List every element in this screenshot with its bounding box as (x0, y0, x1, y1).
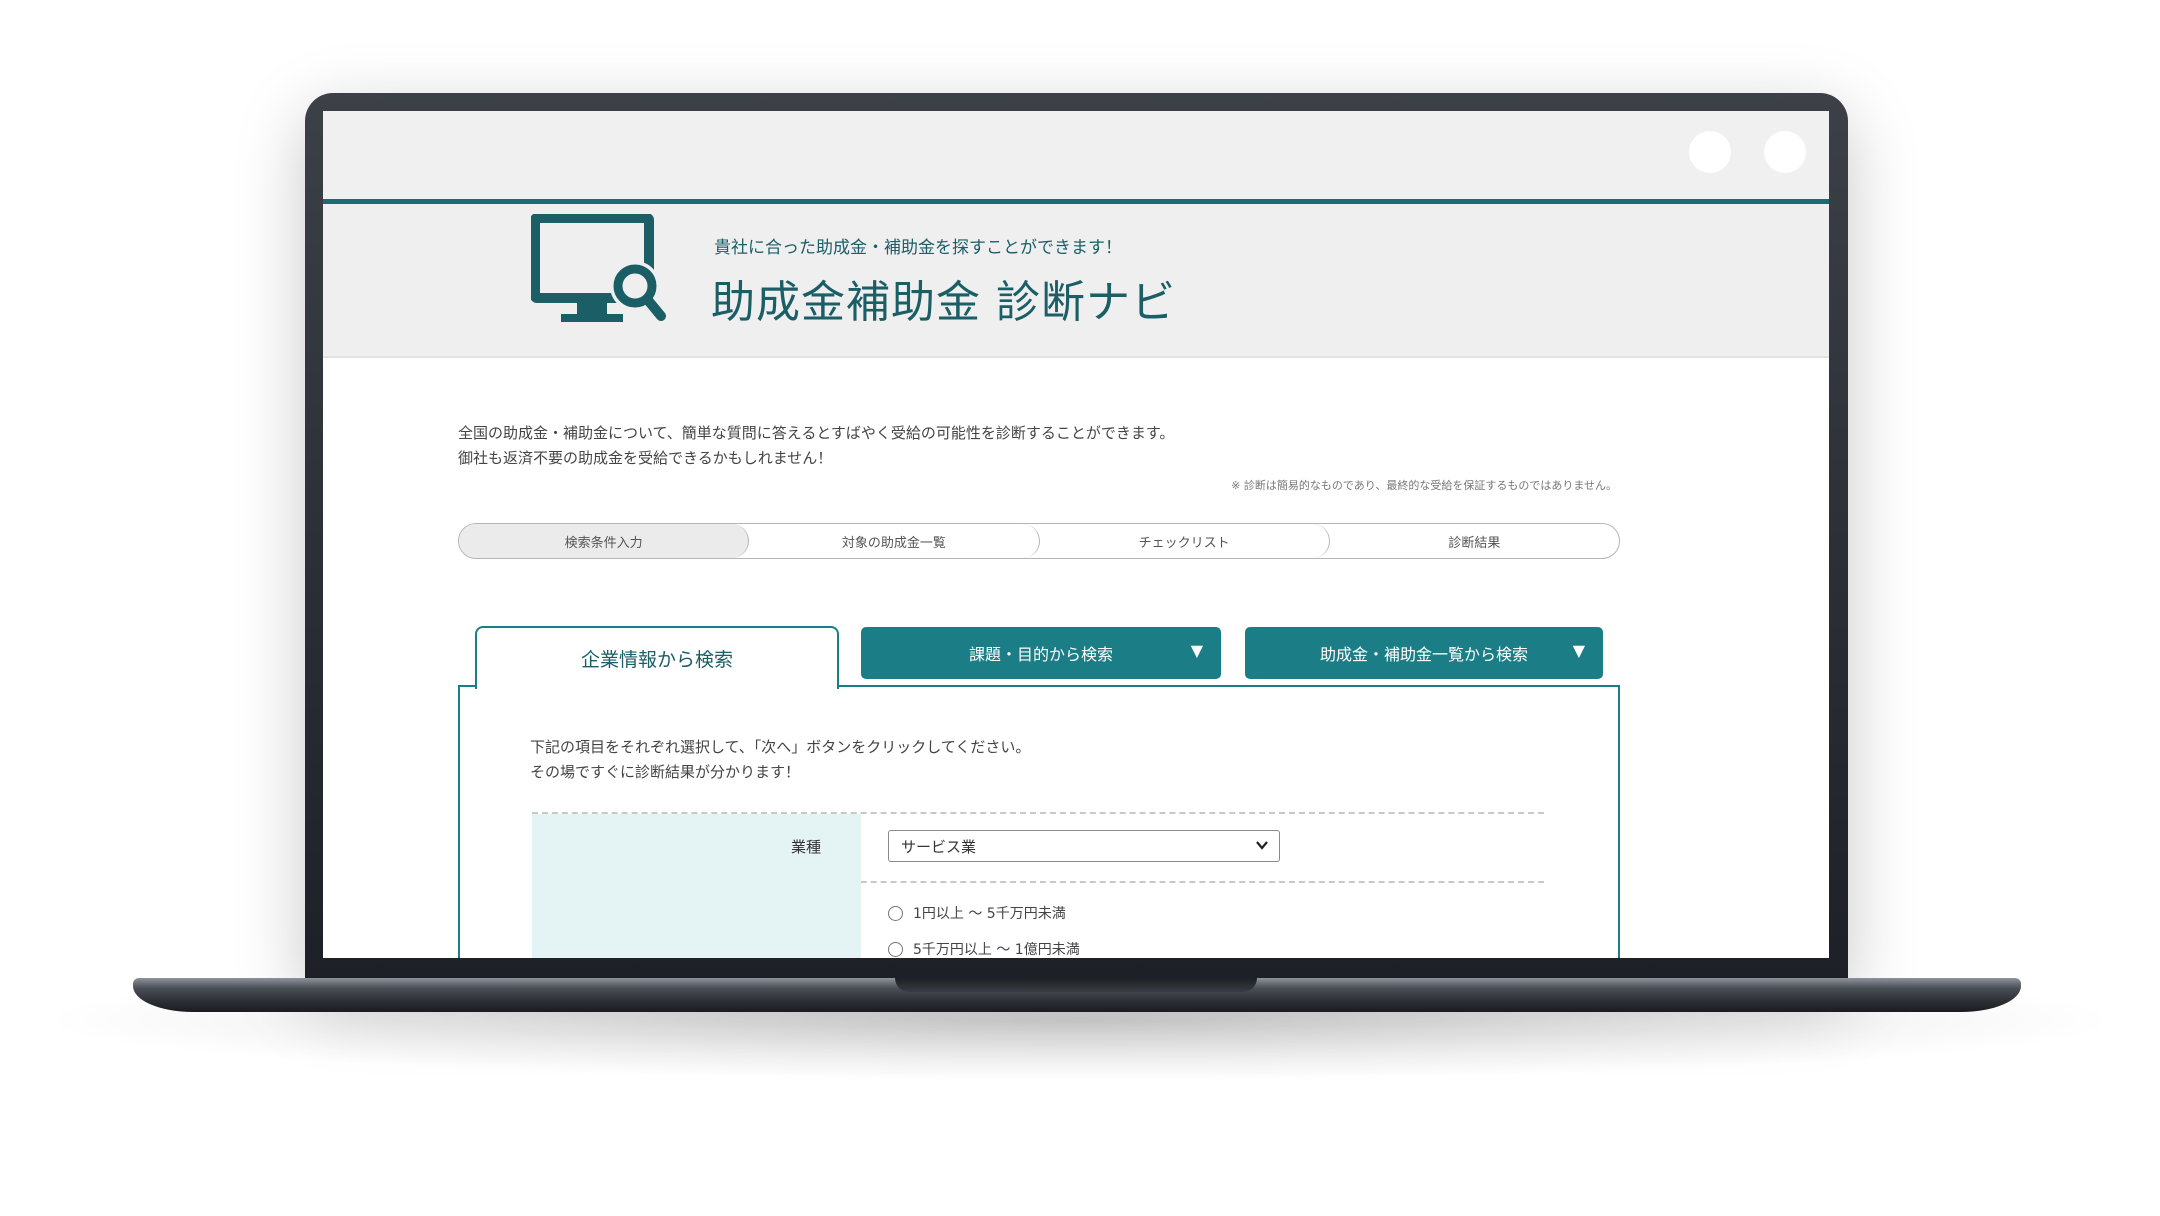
form-row-industry: 業種 サービス業 (532, 812, 1544, 883)
browser-chrome (323, 111, 1829, 199)
intro-line-2: 御社も返済不要の助成金を受給できるかもしれません！ (458, 449, 833, 467)
tab-company-info[interactable]: 企業情報から検索 (475, 626, 839, 689)
laptop-notch (895, 978, 1257, 992)
form-instructions: 下記の項目をそれぞれ選択して、「次へ」ボタンをクリックしてください。 その場です… (530, 735, 1030, 785)
caret-down-icon: ▼ (1190, 641, 1203, 660)
progress-steps: 検索条件入力 対象の助成金一覧 チェックリスト 診断結果 (458, 523, 1620, 559)
tab-list-search[interactable]: 助成金・補助金一覧から検索 ▼ (1245, 627, 1603, 679)
caret-down-icon: ▼ (1572, 641, 1585, 660)
window-control-dot-1[interactable] (1689, 131, 1731, 173)
site-header: 貴社に合った助成金・補助金を探すことができます！ 助成金補助金 診断ナビ (323, 204, 1829, 358)
industry-select[interactable]: サービス業 (888, 830, 1280, 862)
tab-purpose-label: 課題・目的から検索 (968, 645, 1113, 664)
capital-option-1[interactable]: 1円以上 ～ 5千万円未満 (888, 903, 1066, 923)
search-panel: 下記の項目をそれぞれ選択して、「次へ」ボタンをクリックしてください。 その場です… (458, 685, 1620, 958)
step-subsidy-list: 対象の助成金一覧 (749, 524, 1040, 558)
tab-list-label: 助成金・補助金一覧から検索 (1319, 645, 1528, 664)
disclaimer: ※ 診断は簡易的なものであり、最終的な受給を保証するものではありません。 (1231, 479, 1617, 492)
capital-option-2[interactable]: 5千万円以上 ～ 1億円未満 (888, 939, 1080, 958)
form-row-capital: 1円以上 ～ 5千万円未満 5千万円以上 ～ 1億円未満 (532, 881, 1544, 958)
step-checklist: チェックリスト (1040, 524, 1330, 558)
site-title: 助成金補助金 診断ナビ (711, 277, 1176, 328)
step-result: 診断結果 (1448, 535, 1501, 551)
intro-text: 全国の助成金・補助金について、簡単な質問に答えるとすばやく受給の可能性を診断する… (458, 421, 1174, 471)
chevron-down-icon (1256, 841, 1268, 850)
tagline: 貴社に合った助成金・補助金を探すことができます！ (714, 238, 1122, 258)
radio-circle[interactable] (888, 905, 903, 921)
capital-option-1-label: 1円以上 ～ 5千万円未満 (913, 906, 1066, 922)
industry-label: 業種 (790, 838, 821, 856)
label-cell (532, 881, 861, 958)
laptop-screen: 貴社に合った助成金・補助金を探すことができます！ 助成金補助金 診断ナビ 全国の… (323, 111, 1829, 958)
step-search-conditions: 検索条件入力 (459, 524, 750, 558)
radio-circle[interactable] (888, 941, 903, 957)
tab-purpose-search[interactable]: 課題・目的から検索 ▼ (861, 627, 1221, 679)
intro-line-1: 全国の助成金・補助金について、簡単な質問に答えるとすばやく受給の可能性を診断する… (458, 424, 1175, 442)
label-cell: 業種 (532, 814, 861, 881)
instructions-line-2: その場ですぐに診断結果が分かります！ (530, 763, 801, 781)
industry-select-value: サービス業 (901, 837, 977, 856)
instructions-line-1: 下記の項目をそれぞれ選択して、「次へ」ボタンをクリックしてください。 (530, 738, 1031, 756)
window-control-dot-2[interactable] (1764, 131, 1806, 173)
monitor-search-icon (531, 214, 666, 322)
capital-option-2-label: 5千万円以上 ～ 1億円未満 (913, 942, 1080, 958)
